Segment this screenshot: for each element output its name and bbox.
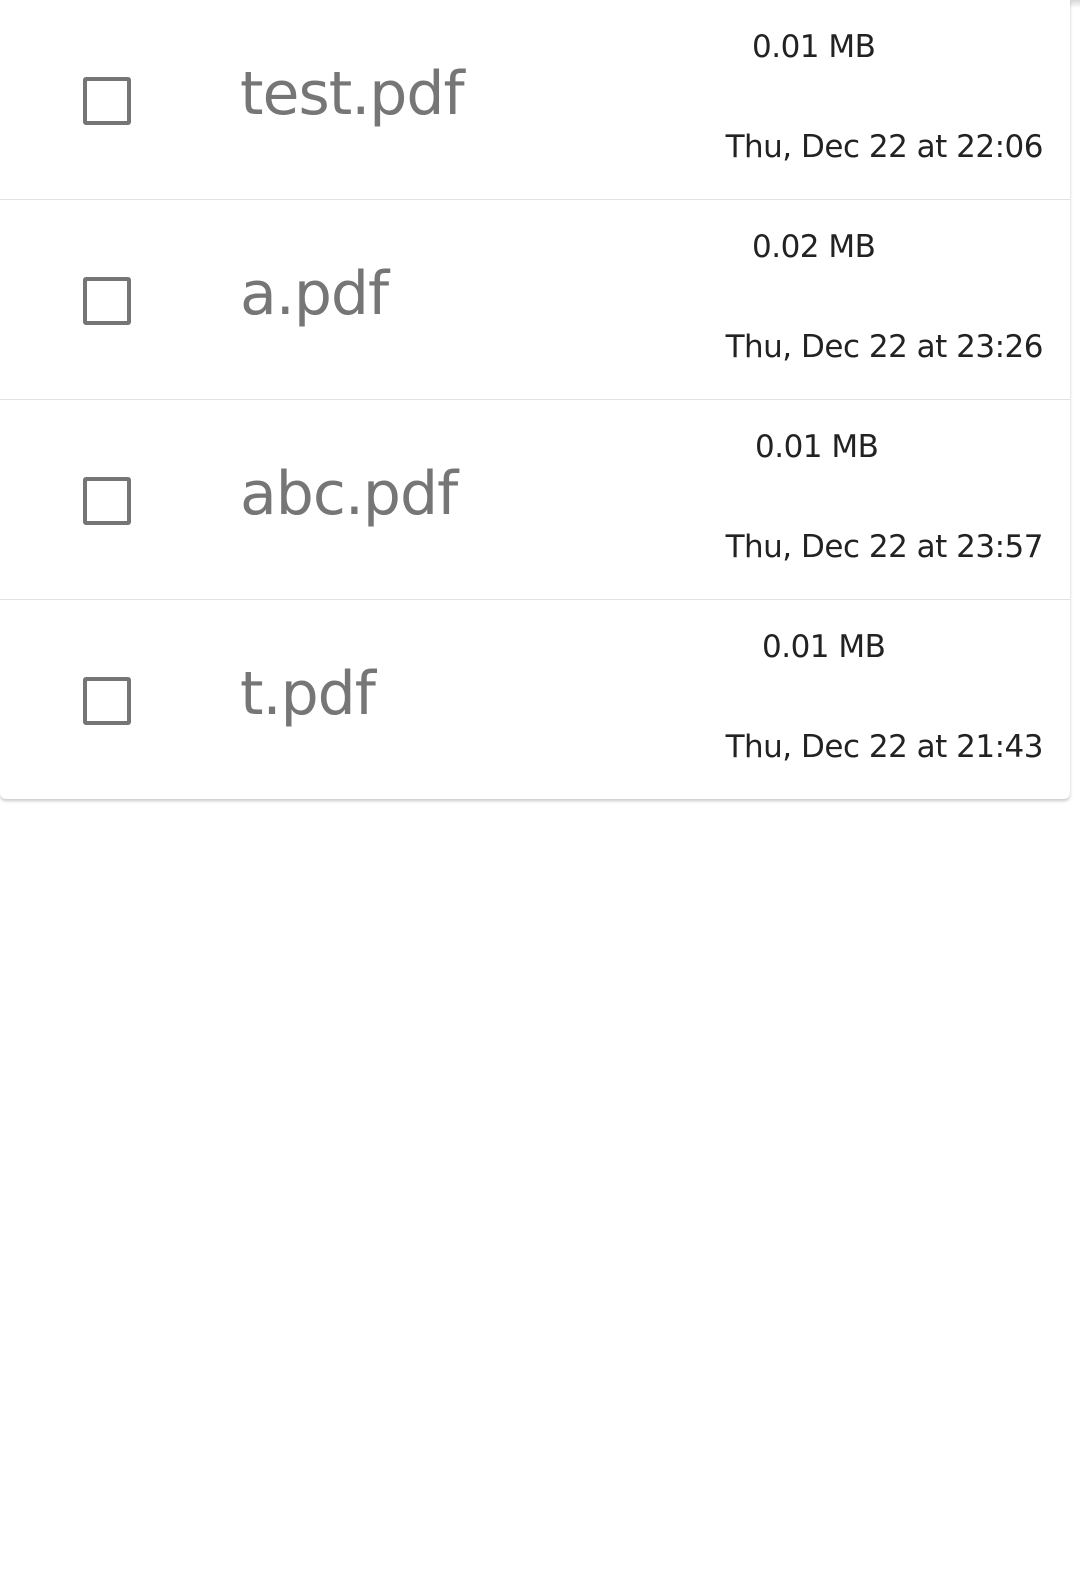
checkbox-unchecked-icon[interactable]	[83, 677, 131, 725]
checkbox-unchecked-icon[interactable]	[83, 477, 131, 525]
file-size: 0.01 MB	[762, 629, 886, 665]
file-row[interactable]: t.pdf 0.01 MB Thu, Dec 22 at 21:43	[0, 600, 1070, 799]
checkbox-unchecked-icon[interactable]	[83, 277, 131, 325]
file-row[interactable]: abc.pdf 0.01 MB Thu, Dec 22 at 23:57	[0, 400, 1070, 600]
file-name: a.pdf	[240, 259, 389, 329]
file-row[interactable]: a.pdf 0.02 MB Thu, Dec 22 at 23:26	[0, 200, 1070, 400]
file-modified-date: Thu, Dec 22 at 21:43	[725, 729, 1044, 765]
file-size: 0.01 MB	[752, 29, 876, 65]
file-modified-date: Thu, Dec 22 at 23:57	[725, 529, 1044, 565]
file-name: test.pdf	[240, 59, 465, 129]
checkbox-unchecked-icon[interactable]	[83, 77, 131, 125]
file-size: 0.01 MB	[755, 429, 879, 465]
file-modified-date: Thu, Dec 22 at 23:26	[725, 329, 1044, 365]
file-list: test.pdf 0.01 MB Thu, Dec 22 at 22:06 a.…	[0, 0, 1070, 799]
file-name: t.pdf	[240, 659, 376, 729]
file-size: 0.02 MB	[752, 229, 876, 265]
file-name: abc.pdf	[240, 459, 458, 529]
file-modified-date: Thu, Dec 22 at 22:06	[725, 129, 1044, 165]
file-row[interactable]: test.pdf 0.01 MB Thu, Dec 22 at 22:06	[0, 0, 1070, 200]
